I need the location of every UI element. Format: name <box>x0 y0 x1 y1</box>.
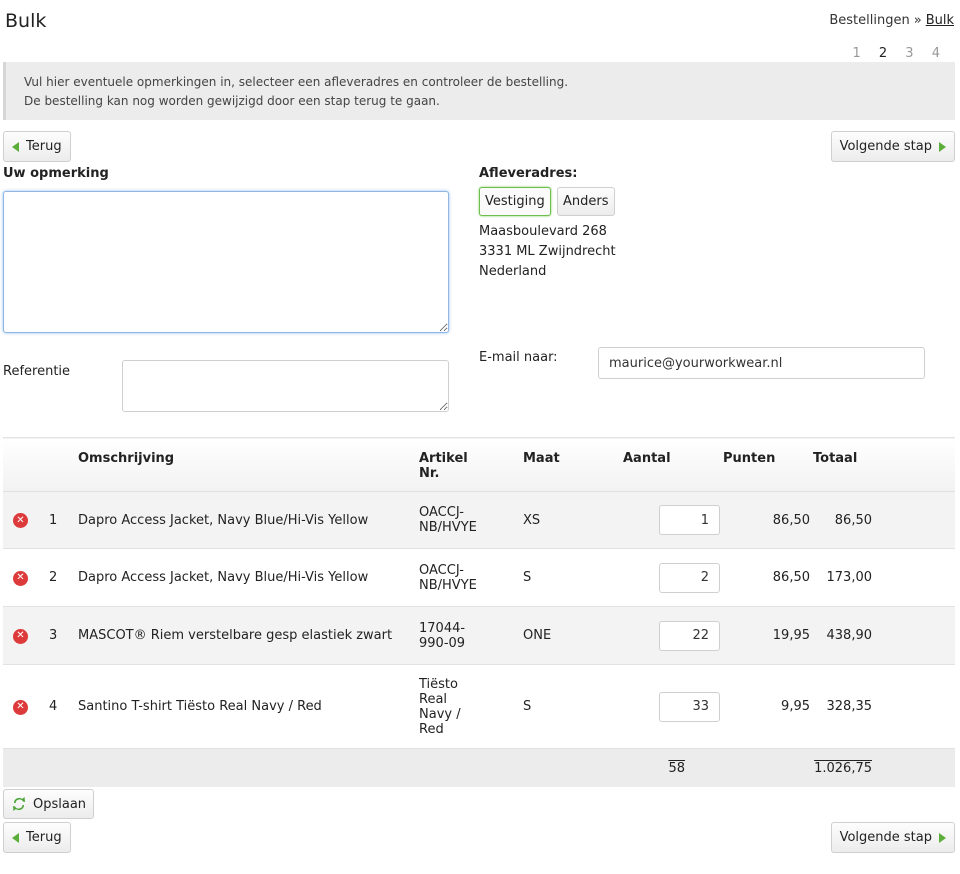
delete-circle-icon[interactable]: ✕ <box>13 628 28 644</box>
delete-circle-icon[interactable]: ✕ <box>13 570 28 586</box>
reference-textarea[interactable] <box>122 360 449 412</box>
qty-sum: 58 <box>668 761 685 777</box>
total-sum: 1.026,75 <box>814 761 872 777</box>
delivery-option-vestiging[interactable]: Vestiging <box>479 187 551 216</box>
row-points: 19,95 <box>772 628 810 643</box>
row-description: Dapro Access Jacket, Navy Blue/Hi-Vis Ye… <box>78 570 369 585</box>
step-1[interactable]: 1 <box>852 46 860 61</box>
order-table: Omschrijving Artikel Nr. Maat Aantal Pun… <box>3 437 955 787</box>
breadcrumb-parent-link[interactable]: Bestellingen <box>829 13 909 28</box>
row-description: MASCOT® Riem verstelbare gesp elastiek z… <box>78 628 393 643</box>
table-header-row: Omschrijving Artikel Nr. Maat Aantal Pun… <box>3 437 955 492</box>
row-total: 86,50 <box>834 512 872 528</box>
breadcrumb-current[interactable]: Bulk <box>926 13 954 28</box>
table-row: ✕ 3 MASCOT® Riem verstelbare gesp elastiek… <box>3 606 955 665</box>
row-points: 86,50 <box>772 512 810 528</box>
row-article: OACCJ-NB/HVYE <box>419 562 477 593</box>
header-points: Punten <box>723 451 776 466</box>
next-step-button-top[interactable]: Volgende stap <box>830 131 955 162</box>
next-step-button-label: Volgende stap <box>839 139 932 154</box>
arrow-right-icon <box>939 832 946 843</box>
arrow-left-icon <box>12 141 19 152</box>
row-total: 438,90 <box>826 628 873 643</box>
row-index: 4 <box>49 699 58 714</box>
table-row: ✕ 1 Dapro Access Jacket, Navy Blue/Hi-Vis … <box>3 491 955 549</box>
row-size: XS <box>523 512 541 528</box>
header-total: Totaal <box>813 451 858 466</box>
header-qty: Aantal <box>623 451 671 466</box>
delivery-option-anders[interactable]: Anders <box>557 187 615 216</box>
quantity-input[interactable] <box>659 620 720 651</box>
row-article: Tiësto Real Navy / Red <box>419 676 461 737</box>
row-size: S <box>523 570 532 585</box>
step-4[interactable]: 4 <box>932 46 940 61</box>
breadcrumb: Bestellingen » Bulk <box>829 13 954 28</box>
row-article: OACCJ-NB/HVYE <box>419 505 477 535</box>
quantity-input[interactable] <box>659 562 720 593</box>
row-index: 3 <box>49 628 58 643</box>
delivery-address-label: Afleveradres: <box>479 166 578 181</box>
back-button-label: Terug <box>26 139 62 154</box>
row-index: 2 <box>49 570 58 585</box>
header-description: Omschrijving <box>78 451 175 466</box>
header-size: Maat <box>523 451 560 466</box>
table-footer-row: 58 1.026,75 <box>3 748 955 787</box>
arrow-left-icon <box>12 832 19 843</box>
row-points: 9,95 <box>781 699 810 714</box>
save-button[interactable]: Opslaan <box>3 789 95 819</box>
arrow-right-icon <box>939 141 946 152</box>
row-size: S <box>523 699 532 714</box>
row-size: ONE <box>523 628 552 643</box>
reference-label: Referentie <box>3 364 71 379</box>
comment-textarea[interactable] <box>3 191 449 333</box>
delete-circle-icon[interactable]: ✕ <box>13 513 28 529</box>
row-description: Santino T-shirt Tiësto Real Navy / Red <box>78 699 322 714</box>
row-total: 173,00 <box>826 570 873 585</box>
save-button-label: Opslaan <box>33 796 87 812</box>
quantity-input[interactable] <box>659 691 720 722</box>
step-3[interactable]: 3 <box>905 46 913 61</box>
table-row: ✕ 2 Dapro Access Jacket, Navy Blue/Hi-Vis … <box>3 548 955 607</box>
row-description: Dapro Access Jacket, Navy Blue/Hi-Vis Ye… <box>78 512 369 528</box>
back-button-label: Terug <box>26 830 62 845</box>
email-label: E-mail naar: <box>479 350 558 365</box>
step-indicator: 1 2 3 4 <box>838 46 940 61</box>
email-input[interactable] <box>598 347 925 379</box>
notice-line-2: De bestelling kan nog worden gewijzigd d… <box>24 94 440 108</box>
refresh-icon <box>11 796 27 812</box>
table-row: ✕ 4 Santino T-shirt Tiësto Real Navy / Red… <box>3 664 955 749</box>
row-points: 86,50 <box>772 570 810 585</box>
next-step-button-label: Volgende stap <box>839 830 932 845</box>
address-street: Maasboulevard 268 <box>479 224 607 239</box>
row-total: 328,35 <box>826 699 873 714</box>
row-article: 17044-990-09 <box>419 620 466 651</box>
row-index: 1 <box>49 512 58 528</box>
page-title: Bulk <box>5 10 47 32</box>
address-city: 3331 ML Zwijndrecht <box>479 244 616 259</box>
quantity-input[interactable] <box>659 505 720 535</box>
address-country: Nederland <box>479 264 547 279</box>
delivery-address: Maasboulevard 268 3331 ML Zwijndrecht Ne… <box>479 222 616 282</box>
delete-circle-icon[interactable]: ✕ <box>13 699 28 715</box>
instruction-notice: Vul hier eventuele opmerkingen in, selec… <box>3 62 955 120</box>
next-step-button-bottom[interactable]: Volgende stap <box>830 822 955 853</box>
comment-label: Uw opmerking <box>3 166 109 181</box>
notice-line-1: Vul hier eventuele opmerkingen in, selec… <box>24 75 569 89</box>
back-button-bottom[interactable]: Terug <box>3 822 71 853</box>
breadcrumb-separator: » <box>913 13 922 28</box>
back-button-top[interactable]: Terug <box>3 131 71 162</box>
header-article: Artikel Nr. <box>419 451 468 481</box>
step-2: 2 <box>878 46 888 61</box>
